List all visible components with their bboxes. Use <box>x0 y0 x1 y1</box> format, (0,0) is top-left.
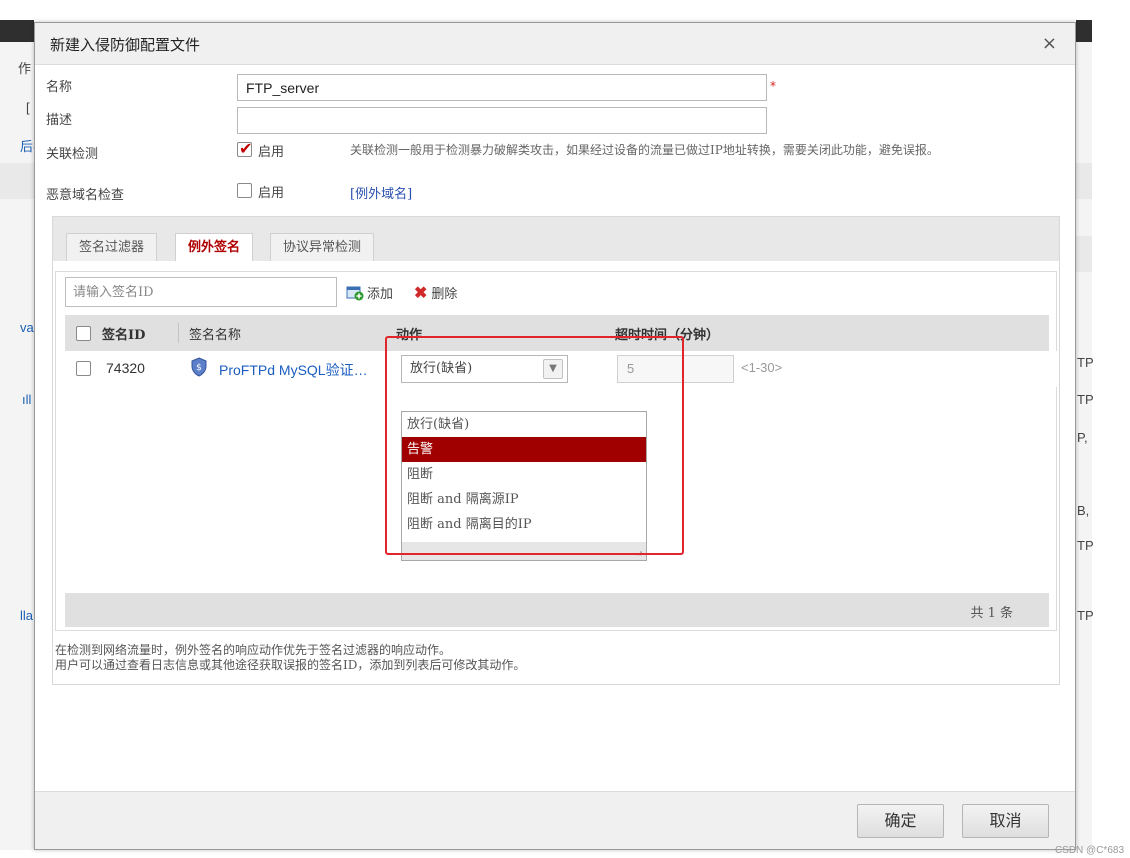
select-all-checkbox[interactable] <box>76 326 91 341</box>
description-label: 描述 <box>46 113 73 128</box>
tab-bar: 签名过滤器 例外签名 协议异常检测 <box>52 216 1060 263</box>
grid-footer: 共 1 条 <box>65 593 1049 627</box>
column-separator <box>178 323 179 343</box>
resize-grip-icon[interactable]: ⠴ <box>636 549 643 559</box>
tab-signature-filter[interactable]: 签名过滤器 <box>66 233 158 262</box>
action-option-block-quarantine-src[interactable]: 阻断 and 隔离源IP <box>402 487 646 512</box>
timeout-input[interactable]: 5 <box>617 355 734 383</box>
background-header-left <box>0 20 34 42</box>
action-select-value: 放行(缺省) <box>410 361 473 376</box>
correlation-hint: 关联检测一般用于检测暴力破解类攻击，如果经过设备的流量已做过IP地址转换，需要关… <box>350 143 939 157</box>
shield-icon: $ <box>190 357 208 377</box>
background-text: B, <box>1077 503 1090 518</box>
row-signature-name-link[interactable]: ProFTPd MySQL验证… <box>219 360 368 380</box>
cancel-button[interactable]: 取消 <box>962 804 1049 838</box>
background-text: 作 <box>18 61 32 76</box>
column-timeout[interactable]: 超时时间（分钟） <box>615 324 719 343</box>
name-label: 名称 <box>46 80 73 95</box>
row-signature-id: 74320 <box>106 360 145 376</box>
row-checkbox[interactable] <box>76 361 91 376</box>
action-option-block[interactable]: 阻断 <box>402 462 646 487</box>
background-text: TP <box>1077 538 1094 553</box>
correlation-enable-checkbox[interactable] <box>237 139 252 158</box>
tab-exception-signature[interactable]: 例外签名 <box>175 233 254 263</box>
column-action[interactable]: 动作 <box>396 324 422 343</box>
background-header-right <box>1076 20 1092 42</box>
correlation-detection-label: 关联检测 <box>46 147 99 162</box>
dropdown-footer: ⠴ <box>402 542 646 560</box>
dialog-title: 新建入侵防御配置文件 <box>50 36 201 54</box>
background-text: TP <box>1077 355 1094 370</box>
tab-protocol-anomaly[interactable]: 协议异常检测 <box>270 233 375 262</box>
chevron-down-icon[interactable]: ▼ <box>543 359 563 379</box>
malicious-domain-enable-label: 启用 <box>258 186 285 201</box>
column-signature-name[interactable]: 签名名称 <box>189 324 241 343</box>
note-line-1: 在检测到网络流量时，例外签名的响应动作优先于签名过滤器的响应动作。 <box>55 643 452 657</box>
action-dropdown-list: 放行(缺省) 告警 阻断 阻断 and 隔离源IP 阻断 and 隔离目的IP … <box>401 411 647 561</box>
required-mark: * <box>770 79 776 93</box>
dialog-header: 新建入侵防御配置文件 × <box>35 23 1075 65</box>
close-icon[interactable]: × <box>1042 33 1057 54</box>
delete-icon: ✖ <box>414 283 428 302</box>
name-input[interactable] <box>237 74 767 101</box>
column-signature-id[interactable]: 签名ID <box>102 324 145 343</box>
grid-header: 签名ID 签名名称 动作 超时时间（分钟） <box>65 315 1049 351</box>
background-row <box>0 163 34 199</box>
action-select[interactable]: 放行(缺省) ▼ <box>401 355 568 383</box>
add-button[interactable]: 添加 <box>346 283 393 302</box>
timeout-range-hint: <1-30> <box>741 360 783 375</box>
ok-button[interactable]: 确定 <box>857 804 944 838</box>
signature-grid-box: 添加 ✖ 删除 签名ID 签名名称 动作 超时时间（分钟） 74320 $ <box>55 271 1058 631</box>
action-option-allow[interactable]: 放行(缺省) <box>402 412 646 437</box>
watermark: CSDN @C*683 <box>1054 845 1124 856</box>
background-text: P, <box>1077 430 1088 445</box>
add-label: 添加 <box>367 287 394 302</box>
malicious-domain-enable-checkbox[interactable] <box>237 183 252 198</box>
background-row <box>1076 236 1092 272</box>
background-text: TP <box>1077 608 1094 623</box>
action-option-alert[interactable]: 告警 <box>402 437 646 462</box>
exception-domain-link[interactable]: [例外域名] <box>350 183 412 202</box>
background-text: TP <box>1077 392 1094 407</box>
new-ips-profile-dialog: 新建入侵防御配置文件 × 名称 * 描述 关联检测 启用 关联检测一般用于检测暴… <box>34 22 1076 850</box>
description-input[interactable] <box>237 107 767 134</box>
note-line-2: 用户可以通过查看日志信息或其他途径获取误报的签名ID，添加到列表后可修改其动作。 <box>55 658 526 672</box>
delete-label: 删除 <box>431 287 458 302</box>
background-text: ıll <box>22 392 32 407</box>
svg-text:$: $ <box>196 363 202 373</box>
add-icon <box>346 285 364 301</box>
dialog-footer: 确定 取消 <box>35 791 1075 849</box>
background-text: [ <box>26 100 30 115</box>
background-row <box>1076 163 1092 199</box>
signature-id-search-input[interactable] <box>65 277 337 307</box>
delete-button[interactable]: ✖ 删除 <box>414 283 457 302</box>
background-text: va <box>20 320 34 335</box>
total-count: 共 1 条 <box>970 606 1013 621</box>
table-row[interactable]: 74320 $ ProFTPd MySQL验证… 放行(缺省) ▼ 5 <1-3… <box>65 351 1058 387</box>
action-option-block-quarantine-dst[interactable]: 阻断 and 隔离目的IP <box>402 512 646 537</box>
malicious-domain-check-label: 恶意域名检查 <box>46 188 125 203</box>
exception-signature-panel: 添加 ✖ 删除 签名ID 签名名称 动作 超时时间（分钟） 74320 $ <box>52 261 1060 685</box>
correlation-enable-label: 启用 <box>258 145 285 160</box>
background-text: lla <box>20 608 34 623</box>
